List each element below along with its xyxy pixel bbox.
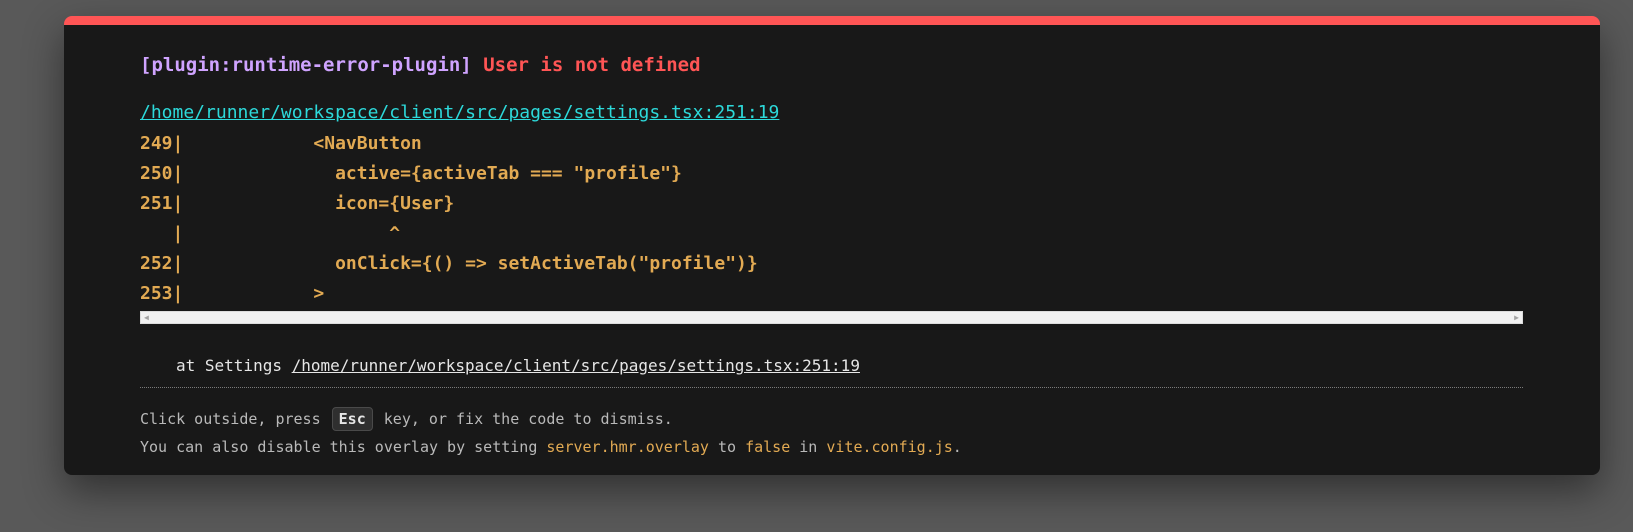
scroll-right-arrow-icon[interactable]: ▶ (1514, 313, 1519, 323)
code-line: 251| icon={User} (140, 193, 455, 214)
tip-text: Click outside, press (140, 410, 321, 428)
esc-key: Esc (331, 407, 373, 431)
code-frame-horizontal-scrollbar[interactable]: ◀ ▶ (140, 311, 1523, 324)
tip-text: You can also disable this overlay by set… (140, 438, 538, 456)
tip-text: . (952, 438, 962, 456)
code-line-caret: | ^ (140, 223, 401, 244)
config-file: vite.config.js (826, 438, 953, 456)
code-line: 253| > (140, 283, 325, 304)
dismiss-tip: Click outside, press Esc key, or fix the… (140, 407, 673, 431)
error-overlay-window: [plugin:runtime-error-plugin] User is no… (64, 16, 1600, 475)
stack-file-link[interactable]: /home/runner/workspace/client/src/pages/… (292, 356, 860, 375)
error-file-link[interactable]: /home/runner/workspace/client/src/pages/… (140, 101, 779, 125)
stack-trace: at Settings /home/runner/workspace/clien… (176, 355, 860, 377)
tip-divider (140, 387, 1523, 388)
error-plugin-name: [plugin:runtime-error-plugin] (140, 54, 472, 76)
stack-prefix: at Settings (176, 356, 282, 375)
code-frame: 249| <NavButton 250| active={activeTab =… (140, 129, 1523, 305)
config-setting: server.hmr.overlay (546, 438, 709, 456)
code-line: 252| onClick={() => setActiveTab("profil… (140, 253, 758, 274)
scroll-left-arrow-icon[interactable]: ◀ (144, 313, 149, 323)
error-text: User is not defined (483, 54, 701, 76)
code-line: 249| <NavButton (140, 133, 422, 154)
config-value: false (745, 438, 791, 456)
tip-text: to (717, 438, 737, 456)
tip-text: in (799, 438, 818, 456)
disable-overlay-tip: You can also disable this overlay by set… (140, 436, 962, 458)
tip-text: key, or fix the code to dismiss. (383, 410, 673, 428)
error-message: [plugin:runtime-error-plugin] User is no… (140, 53, 701, 77)
code-line: 250| active={activeTab === "profile"} (140, 163, 682, 184)
